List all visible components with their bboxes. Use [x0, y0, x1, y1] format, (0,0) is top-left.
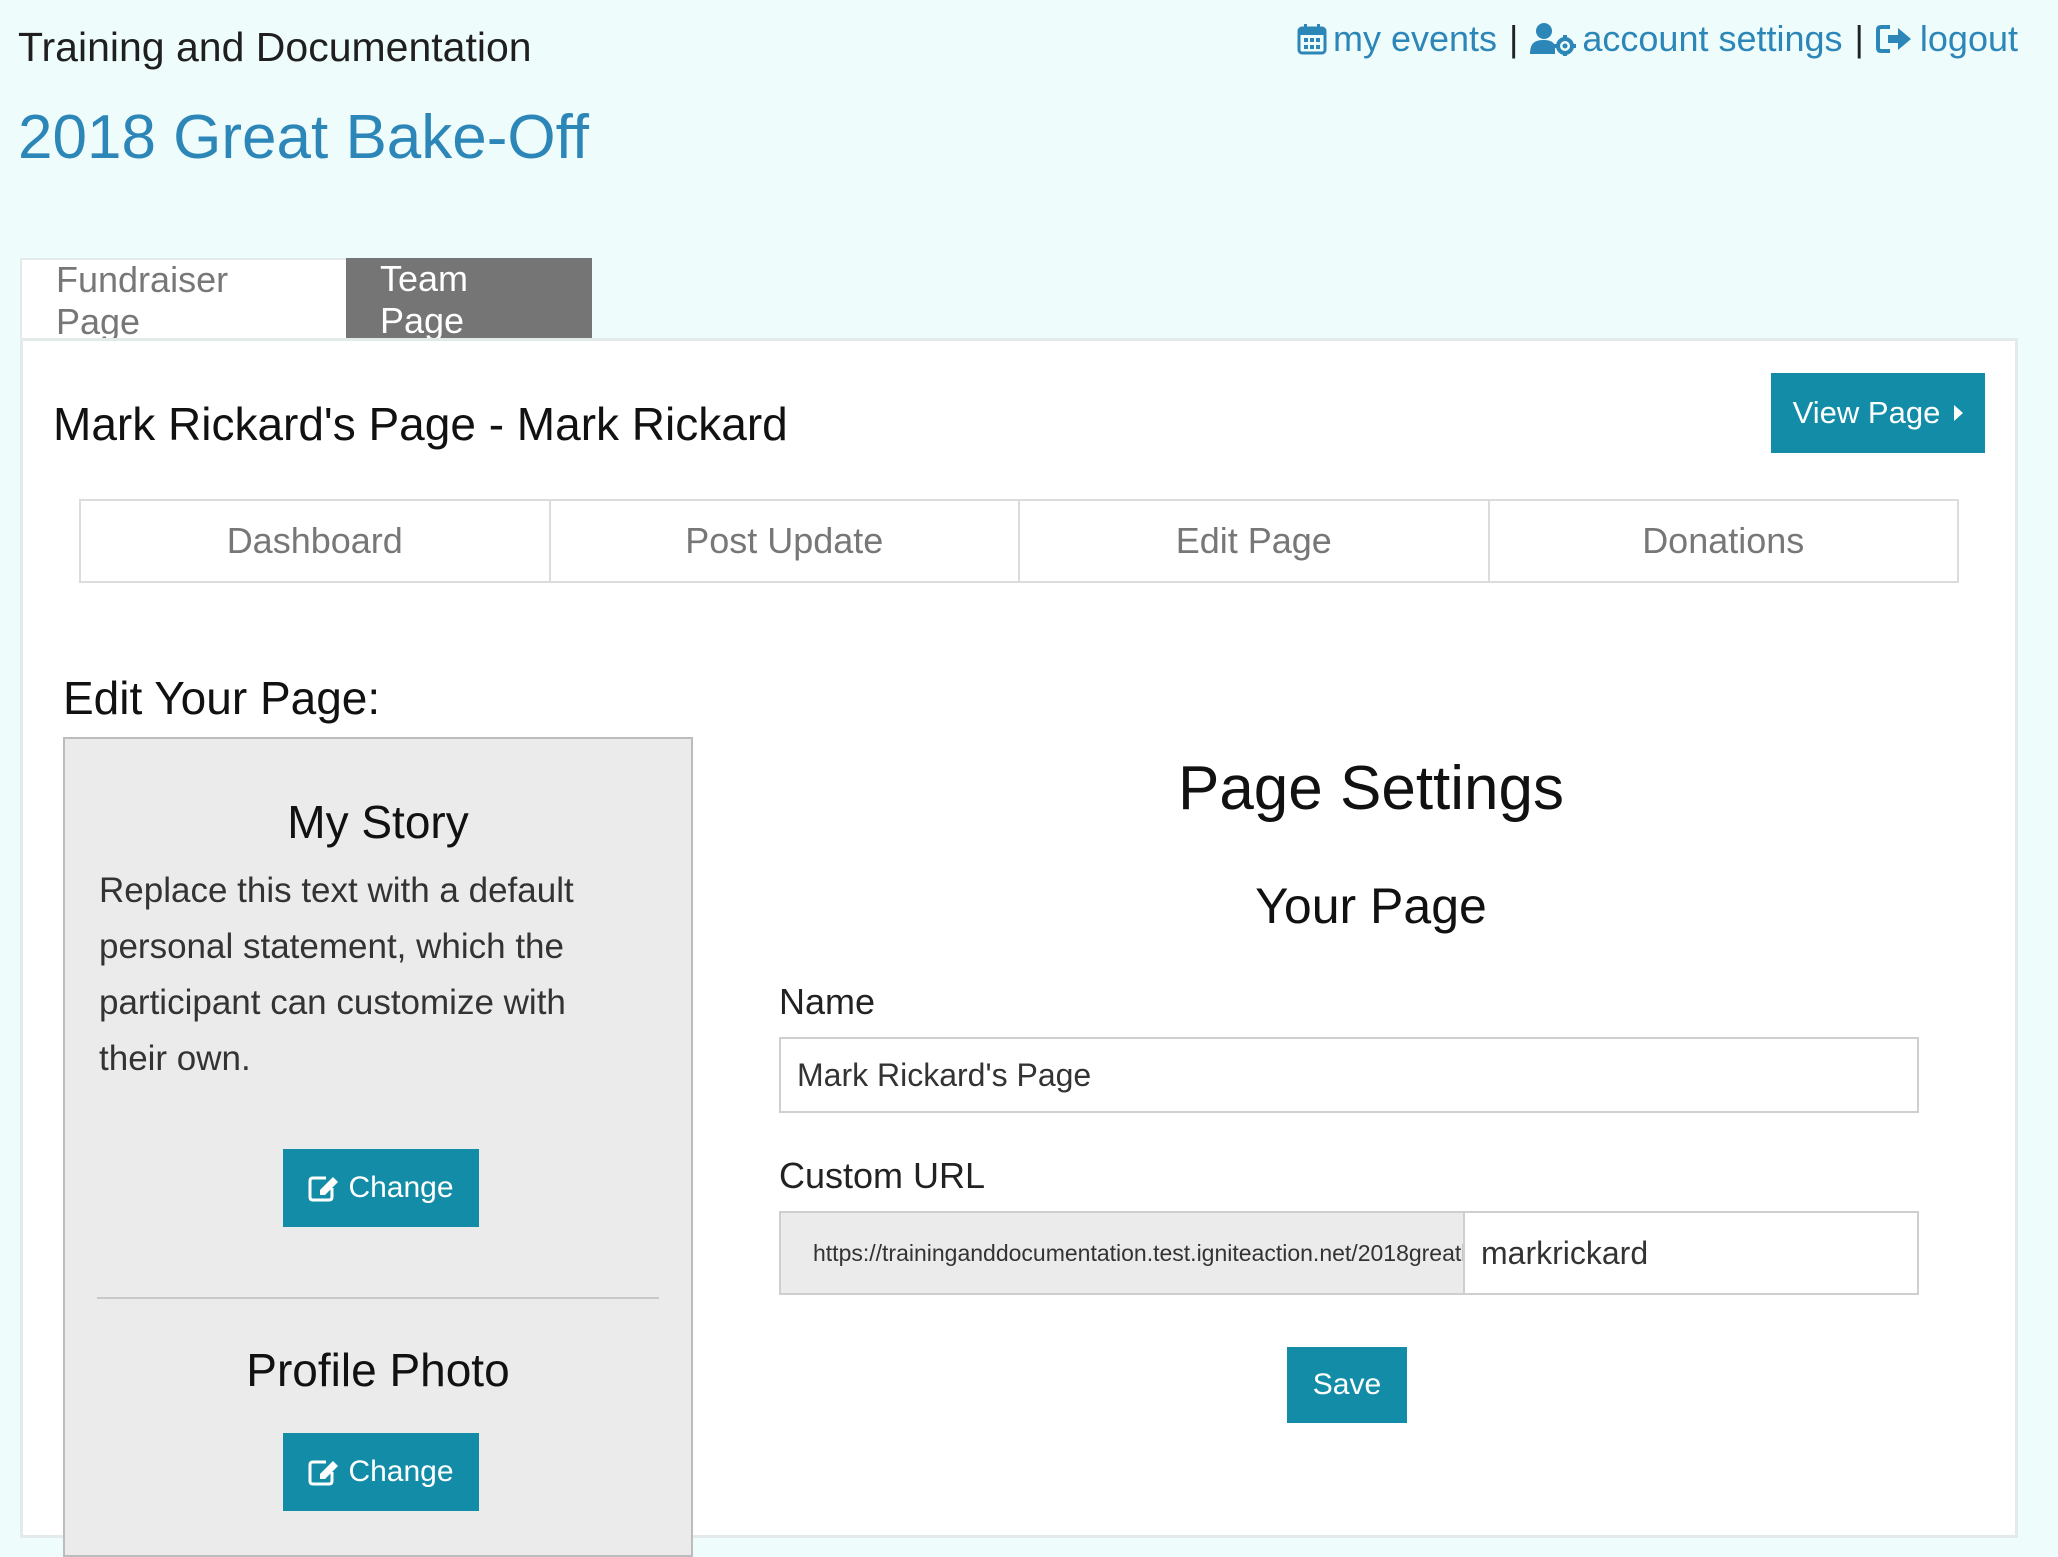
sign-out-icon [1875, 25, 1911, 53]
save-button[interactable]: Save [1287, 1347, 1407, 1423]
view-page-button[interactable]: View Page [1771, 373, 1985, 453]
subnav-donations[interactable]: Donations [1490, 501, 1958, 581]
page-settings-title: Page Settings [1177, 754, 1565, 823]
custom-url-group: https://traininganddocumentation.test.ig… [779, 1211, 1919, 1295]
edit-page-heading: Edit Your Page: [63, 672, 381, 724]
page-heading: Mark Rickard's Page - Mark Rickard [53, 398, 788, 450]
logout-link[interactable]: logout [1875, 18, 2018, 60]
org-name: Training and Documentation [18, 24, 532, 70]
custom-url-input[interactable] [1465, 1213, 1917, 1293]
url-prefix: https://traininganddocumentation.test.ig… [781, 1213, 1465, 1293]
tab-team-page[interactable]: Team Page [346, 258, 592, 342]
event-title: 2018 Great Bake-Off [18, 103, 589, 172]
top-nav: my events | account settings | logout [1297, 18, 2018, 60]
name-input[interactable] [779, 1037, 1919, 1113]
edit-icon [308, 1176, 339, 1202]
my-story-title: My Story [287, 796, 469, 848]
my-events-link[interactable]: my events [1297, 18, 1497, 60]
user-cog-icon [1530, 23, 1577, 56]
change-story-button[interactable]: Change [283, 1149, 479, 1227]
my-story-text: Replace this text with a default persona… [99, 871, 574, 1078]
subnav-dashboard[interactable]: Dashboard [81, 501, 551, 581]
sub-navigation: Dashboard Post Update Edit Page Donation… [79, 499, 1959, 583]
change-photo-button[interactable]: Change [283, 1433, 479, 1511]
main-panel: Mark Rickard's Page - Mark Rickard View … [20, 338, 2018, 1557]
tab-fundraiser-page[interactable]: Fundraiser Page [20, 258, 346, 342]
name-label: Name [779, 981, 876, 1022]
profile-photo-title: Profile Photo [246, 1344, 510, 1396]
logout-label: logout [1919, 18, 2018, 59]
change-story-label: Change [348, 1171, 454, 1204]
your-page-subtitle: Your Page [1255, 878, 1487, 934]
view-page-label: View Page [1792, 395, 1941, 430]
nav-separator: | [1509, 18, 1519, 59]
subnav-edit-page[interactable]: Edit Page [1020, 501, 1490, 581]
account-settings-label: account settings [1582, 18, 1843, 59]
page-tabs: Fundraiser Page Team Page [20, 258, 592, 342]
edit-sections-box: My Story Replace this text with a defaul… [63, 737, 693, 1557]
my-events-label: my events [1332, 18, 1498, 59]
section-divider [97, 1297, 659, 1299]
nav-separator: | [1854, 18, 1864, 59]
subnav-post-update[interactable]: Post Update [551, 501, 1020, 581]
caret-right-icon [1954, 405, 1964, 421]
edit-icon [308, 1460, 339, 1486]
account-settings-link[interactable]: account settings [1530, 18, 1843, 60]
calendar-icon [1297, 24, 1327, 55]
change-photo-label: Change [348, 1455, 454, 1488]
custom-url-label: Custom URL [779, 1155, 986, 1196]
